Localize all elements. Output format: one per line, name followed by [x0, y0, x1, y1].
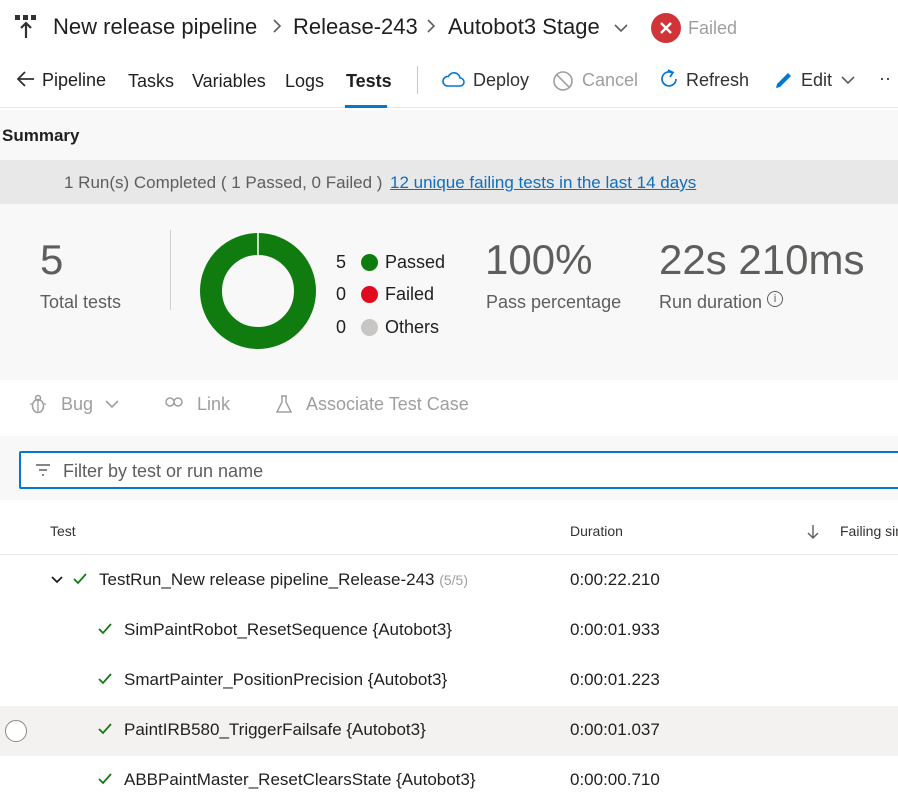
info-icon[interactable]: i: [767, 291, 783, 307]
cancel-button[interactable]: Cancel: [582, 70, 638, 91]
test-run-duration: 0:00:22.210: [570, 570, 660, 589]
breadcrumb-chevron-icon: [273, 19, 282, 33]
column-header-failing-since[interactable]: Failing sin: [840, 523, 898, 539]
bug-icon: [30, 394, 46, 414]
filter-icon: [36, 464, 50, 476]
sort-down-arrow-icon[interactable]: [807, 524, 819, 540]
run-duration-value: 22s 210ms: [659, 236, 865, 283]
failing-tests-link[interactable]: 12 unique failing tests in the last 14 d…: [390, 173, 696, 193]
edit-button[interactable]: Edit: [801, 70, 832, 91]
back-arrow-icon[interactable]: [16, 70, 36, 88]
test-duration: 0:00:01.223: [570, 670, 660, 689]
refresh-button[interactable]: Refresh: [686, 70, 749, 91]
test-name: SimPaintRobot_ResetSequence {Autobot3}: [124, 620, 452, 639]
failed-count: 0: [336, 284, 347, 304]
test-run-name: TestRun_New release pipeline_Release-243: [99, 570, 435, 589]
beaker-icon: [275, 395, 293, 413]
others-dot-icon: [361, 319, 378, 336]
passed-check-icon: [73, 573, 87, 585]
breadcrumb-chevron-icon: [427, 19, 436, 33]
results-donut-chart: [200, 233, 316, 349]
column-header-test[interactable]: Test: [50, 523, 76, 539]
tab-tasks[interactable]: Tasks: [128, 71, 174, 92]
passed-check-icon: [98, 723, 112, 735]
test-duration: 0:00:01.933: [570, 620, 660, 639]
header: New release pipeline Release-243 Autobot…: [0, 0, 898, 56]
test-run-count: (5/5): [439, 572, 469, 588]
passed-label: Passed: [385, 252, 446, 272]
failed-label: Failed: [385, 284, 435, 304]
others-count: 0: [336, 317, 347, 337]
filter-input[interactable]: [63, 459, 843, 483]
breadcrumb-pipeline[interactable]: New release pipeline: [53, 14, 257, 40]
failed-x-icon: [651, 13, 681, 43]
refresh-icon: [661, 69, 677, 87]
passed-check-icon: [98, 623, 112, 635]
deploy-button[interactable]: Deploy: [473, 70, 529, 91]
pass-percentage-value: 100%: [485, 236, 593, 283]
expand-chevron-icon[interactable]: [51, 576, 63, 584]
test-duration: 0:00:01.037: [570, 720, 660, 739]
table-row[interactable]: SimPaintRobot_ResetSequence {Autobot3} 0…: [0, 606, 898, 656]
breadcrumb-stage[interactable]: Autobot3 Stage: [448, 14, 600, 40]
table-row[interactable]: PaintIRB580_TriggerFailsafe {Autobot3} 0…: [0, 706, 898, 756]
bug-dropdown-chevron-icon[interactable]: [105, 399, 119, 409]
passed-dot-icon: [361, 254, 378, 271]
table-row[interactable]: ABBPaintMaster_ResetClearsState {Autobot…: [0, 756, 898, 793]
tab-variables[interactable]: Variables: [192, 71, 266, 92]
cloud-icon: [442, 72, 465, 87]
header-divider: [0, 554, 898, 555]
test-name: SmartPainter_PositionPrecision {Autobot3…: [124, 670, 448, 689]
back-to-pipeline-link[interactable]: Pipeline: [42, 70, 106, 91]
status-label: Failed: [688, 18, 738, 38]
link-icon: [165, 397, 183, 407]
passed-count: 5: [336, 252, 347, 272]
stage-dropdown-chevron-icon[interactable]: [614, 23, 628, 33]
associate-test-case-button[interactable]: Associate Test Case: [306, 394, 469, 415]
test-name: PaintIRB580_TriggerFailsafe {Autobot3}: [124, 720, 426, 739]
passed-check-icon: [98, 673, 112, 685]
edit-pencil-icon: [776, 73, 791, 88]
divider: [170, 230, 171, 310]
cancel-icon: [553, 71, 573, 91]
more-actions-button[interactable]: ··: [879, 68, 891, 89]
link-button[interactable]: Link: [197, 394, 230, 415]
total-tests-label: Total tests: [40, 292, 122, 312]
run-status-text: 1 Run(s) Completed ( 1 Passed, 0 Failed …: [64, 173, 383, 192]
others-label: Others: [385, 317, 440, 337]
column-header-duration[interactable]: Duration: [570, 523, 623, 539]
row-select-radio[interactable]: [5, 720, 27, 742]
pass-percentage-label: Pass percentage: [486, 292, 622, 312]
failed-dot-icon: [361, 286, 378, 303]
bug-button[interactable]: Bug: [61, 394, 93, 415]
total-tests-count: 5: [40, 236, 64, 283]
edit-dropdown-chevron-icon[interactable]: [841, 75, 855, 85]
filter-box[interactable]: [19, 451, 898, 489]
passed-check-icon: [98, 773, 112, 785]
summary-title: Summary: [2, 126, 80, 145]
tab-tests[interactable]: Tests: [346, 71, 392, 92]
table-row[interactable]: SmartPainter_PositionPrecision {Autobot3…: [0, 656, 898, 706]
tab-logs[interactable]: Logs: [285, 71, 324, 92]
table-group-row[interactable]: TestRun_New release pipeline_Release-243…: [0, 556, 898, 606]
pipeline-icon: [15, 15, 36, 38]
run-duration-label: Run duration: [659, 292, 763, 312]
test-duration: 0:00:00.710: [570, 770, 660, 789]
divider: [417, 66, 418, 94]
active-tab-indicator: [345, 105, 387, 108]
test-name: ABBPaintMaster_ResetClearsState {Autobot…: [124, 770, 476, 789]
breadcrumb-release[interactable]: Release-243: [293, 14, 418, 40]
